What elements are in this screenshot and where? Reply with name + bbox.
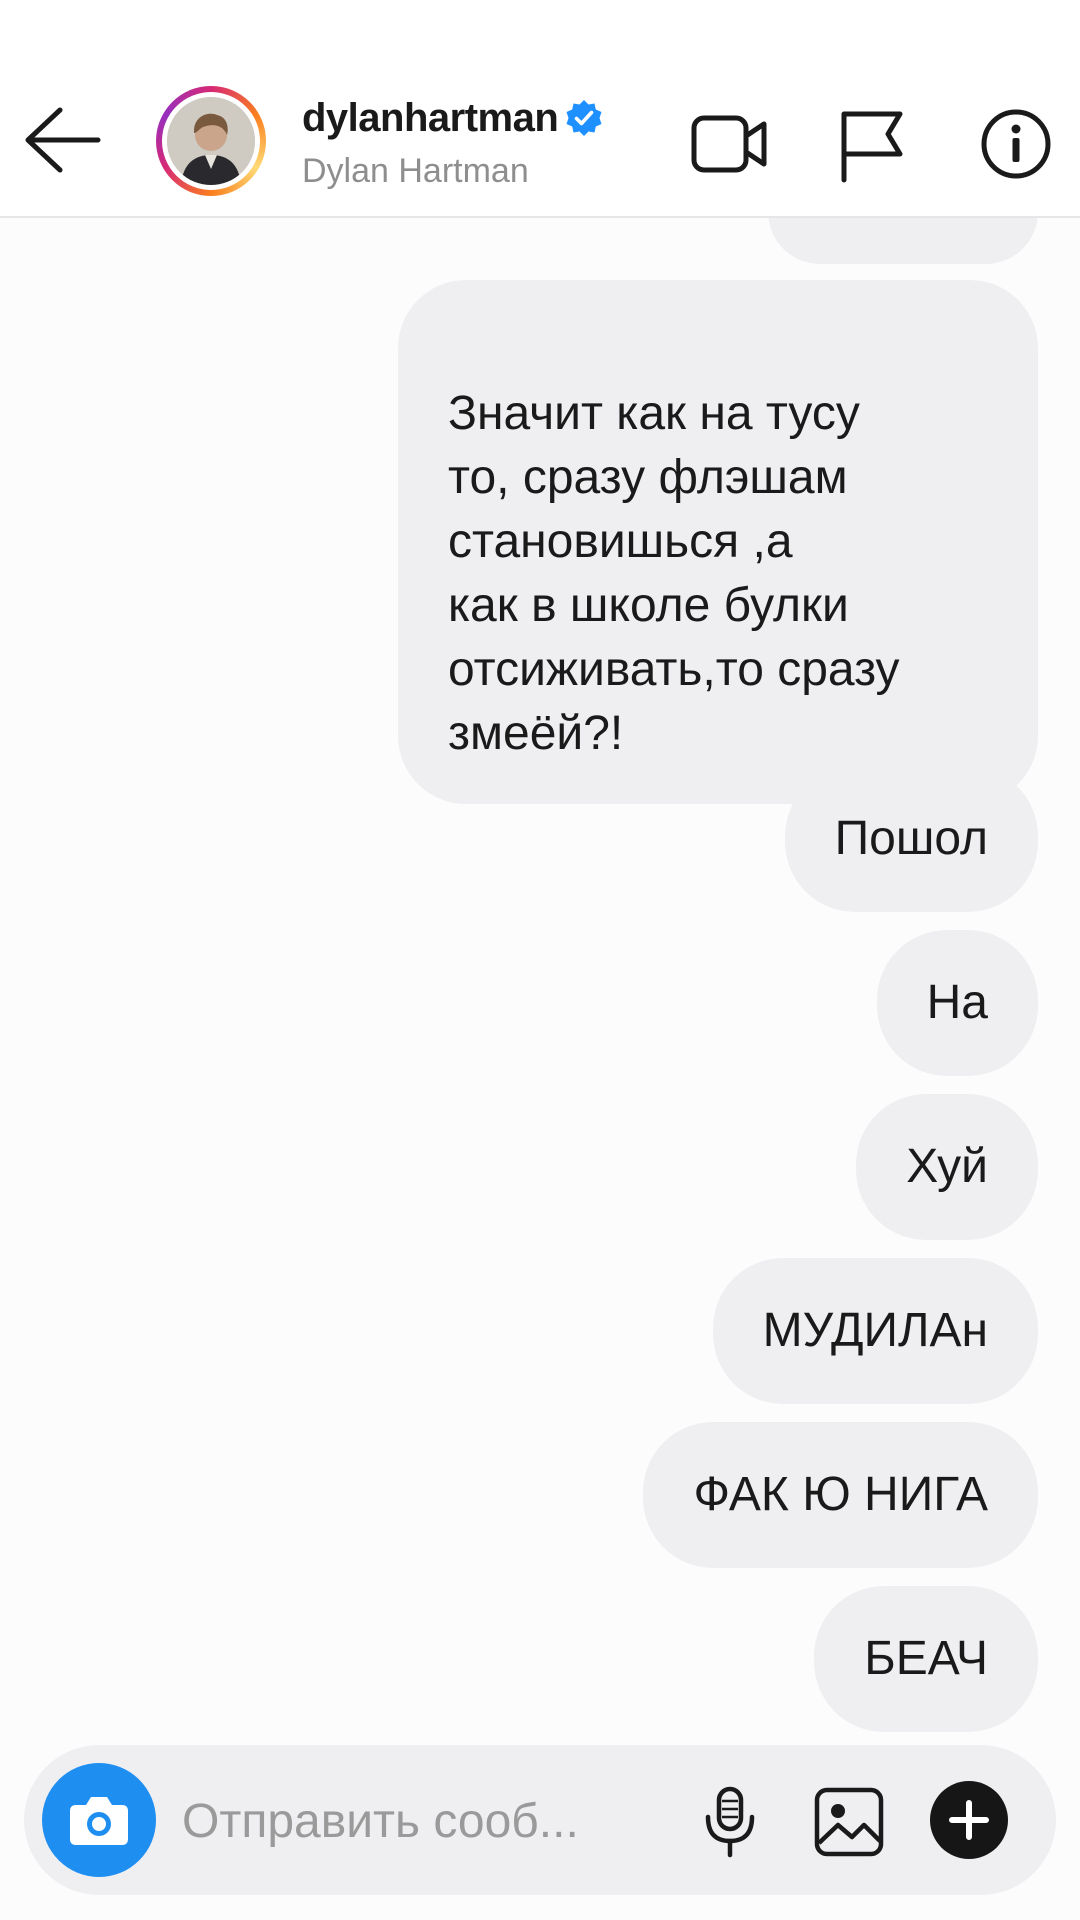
info-button[interactable] xyxy=(980,108,1052,180)
camera-icon xyxy=(70,1797,128,1845)
message-text: На xyxy=(926,976,988,1029)
avatar-photo xyxy=(167,97,255,185)
gallery-button[interactable] xyxy=(812,1785,886,1859)
username: dylanhartman xyxy=(302,95,559,140)
verified-badge-icon xyxy=(566,100,602,136)
message-text: МУДИЛАн xyxy=(762,1304,988,1357)
message-bubble[interactable]: МУДИЛАн xyxy=(712,1258,1038,1404)
message-input[interactable] xyxy=(180,1783,664,1859)
message-bubble[interactable]: БЕАЧ xyxy=(814,1586,1038,1732)
message-bubble[interactable]: ФАК Ю НИГА xyxy=(643,1422,1038,1568)
flag-icon xyxy=(841,111,903,183)
camera-button[interactable] xyxy=(42,1763,156,1877)
chat-header: dylanhartman Dylan Hartman xyxy=(0,0,1080,218)
plus-icon xyxy=(949,1800,989,1840)
video-call-button[interactable] xyxy=(690,108,770,178)
message-text: Пошол xyxy=(834,812,988,865)
message-list: Значит как на тусу то, сразу флэшам стан… xyxy=(0,0,1080,1750)
message-bubble[interactable]: Значит как на тусу то, сразу флэшам стан… xyxy=(398,280,1038,804)
message-text: Значит как на тусу то, сразу флэшам стан… xyxy=(448,387,900,760)
message-text: БЕАЧ xyxy=(864,1632,988,1685)
microphone-icon xyxy=(705,1786,755,1858)
video-camera-icon xyxy=(691,115,767,173)
message-text: ФАК Ю НИГА xyxy=(693,1468,988,1521)
arrow-left-icon xyxy=(25,107,101,173)
info-icon xyxy=(981,109,1051,179)
report-button[interactable] xyxy=(836,108,906,184)
back-button[interactable] xyxy=(18,102,108,178)
message-bubble[interactable]: На xyxy=(876,930,1038,1076)
full-name: Dylan Hartman xyxy=(302,152,529,190)
message-composer xyxy=(24,1745,1056,1895)
image-icon xyxy=(814,1787,884,1857)
avatar[interactable] xyxy=(156,86,266,196)
username-row[interactable]: dylanhartman xyxy=(302,92,604,144)
more-options-button[interactable] xyxy=(930,1781,1008,1859)
message-bubble[interactable]: Хуй xyxy=(856,1094,1038,1240)
message-text: Хуй xyxy=(906,1140,988,1193)
voice-message-button[interactable] xyxy=(700,1785,760,1859)
message-bubble[interactable]: Пошол xyxy=(784,766,1038,912)
